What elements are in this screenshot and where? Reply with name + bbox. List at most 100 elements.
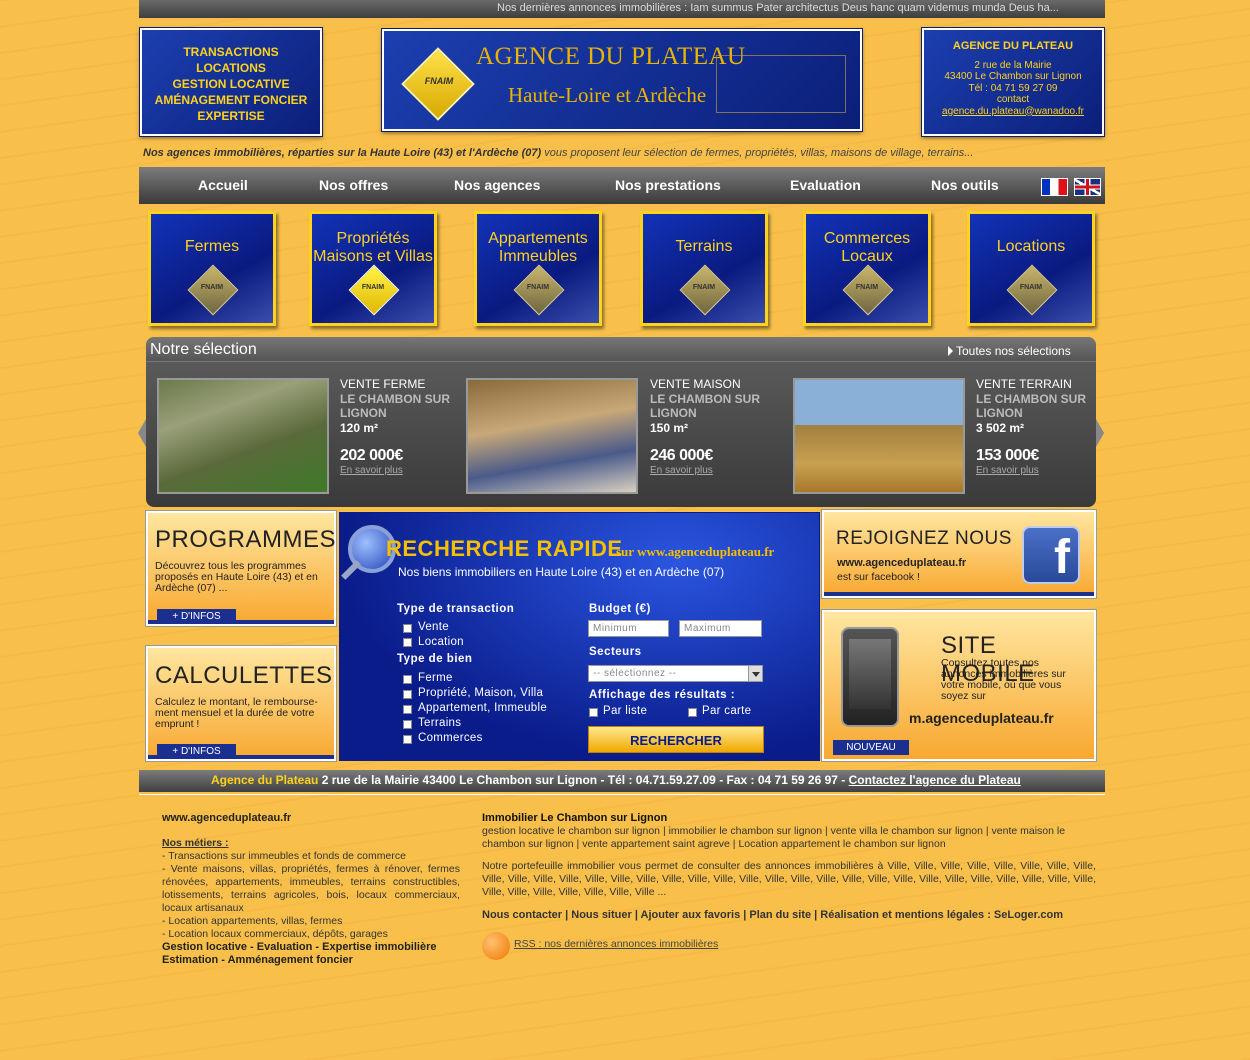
contact-label: contact [996,94,1030,105]
metier-item: - Vente maisons, villas, propriétés, fer… [162,863,460,914]
listing-ferme: VENTE FERME LE CHAMBON SUR LIGNON 120 m²… [340,377,460,478]
service-item: LOCATIONS [196,61,266,75]
option-label: Commerces [418,732,483,744]
nav-nos-agences[interactable]: Nos agences [454,177,540,193]
nav-accueil[interactable]: Accueil [198,177,248,193]
budget-label: Budget (€) [589,603,651,615]
checkbox-appartement[interactable] [403,705,412,714]
listing-more-link[interactable]: En savoir plus [650,464,770,479]
footer-links[interactable]: Nous contacter | Nous situer | Ajouter a… [482,909,1096,922]
category-appartements[interactable]: Appartements Immeubles FNAIM [474,211,602,326]
listing-photo-terrain[interactable] [793,378,965,494]
select-arrow-button[interactable] [748,666,762,681]
main-nav: Accueil Nos offres Nos agences Nos prest… [139,167,1105,204]
rss-link[interactable]: RSS : nos dernières annonces immobilière… [514,938,718,951]
listing-photo-ferme[interactable] [157,378,329,494]
facebook-box[interactable]: REJOIGNEZ NOUS www.agenceduplateau.fr es… [821,509,1097,599]
footer-keywords[interactable]: gestion locative le chambon sur lignon |… [482,825,1096,851]
mobile-site-box[interactable]: SITE MOBILE Consultez toutes nos annonce… [821,609,1097,762]
listing-size: 120 m² [340,420,379,435]
category-label: Commerces Locaux [823,230,911,265]
contact-address: 2 rue de la Mairie [974,59,1052,71]
mobile-url[interactable]: m.agenceduplateau.fr [909,710,1054,726]
nav-evaluation[interactable]: Evaluation [790,177,861,193]
rss-icon[interactable] [482,932,510,960]
category-proprietes[interactable]: Propriétés Maisons et Villas FNAIM [309,211,437,326]
box-bottom-bar [148,620,334,624]
checkbox-terrains[interactable] [403,720,412,729]
listing-more-link[interactable]: En savoir plus [340,464,460,479]
nav-nos-outils[interactable]: Nos outils [931,177,999,193]
nav-nos-offres[interactable]: Nos offres [319,177,388,193]
listing-more-link[interactable]: En savoir plus [976,464,1096,479]
box-bottom-bar [148,755,334,759]
option-label: Par carte [702,705,752,717]
footer-agency-name: Agence du Plateau [211,773,319,787]
property-type-label: Type de bien [397,653,473,665]
fnaim-badge: FNAIM [1019,284,1043,291]
secteurs-select[interactable]: -- sélectionnez -- [588,665,763,682]
listing-photo-maison[interactable] [466,378,638,494]
all-selections-link[interactable]: Toutes nos sélections [956,344,1071,358]
listing-maison: VENTE MAISON LE CHAMBON SUR LIGNON 150 m… [650,377,770,478]
checkbox-propriete[interactable] [403,690,412,699]
budget-max-input[interactable]: Maximum [679,620,762,637]
footer-portfolio: Notre portefeuille immobilier vous perme… [482,860,1096,898]
carousel-next-arrow-icon[interactable] [1096,419,1104,447]
footer-right: Immobilier Le Chambon sur Lignon gestion… [482,812,1096,960]
calculettes-box[interactable]: CALCULETTES Calculez le montant, le remb… [145,645,337,762]
checkbox-par-carte[interactable] [688,708,697,717]
facebook-text: est sur facebook ! [837,571,920,583]
facebook-icon: f [1022,526,1080,584]
option-label: Appartement, Immeuble [418,702,548,714]
fnaim-badge: FNAIM [200,284,224,291]
footer-divider [139,794,1105,795]
contact-box: AGENCE DU PLATEAU 2 rue de la Mairie 434… [921,27,1105,137]
listing-location: LE CHAMBON SUR LIGNON [340,391,450,421]
service-item: AMÉNAGEMENT FONCIER [154,93,308,107]
category-locations[interactable]: Locations FNAIM [967,211,1095,326]
checkbox-par-liste[interactable] [589,708,598,717]
checkbox-vente[interactable] [403,624,412,633]
listing-size: 3 502 m² [976,420,1025,435]
listing-price: 202 000€ [340,447,403,464]
services-box: TRANSACTIONS LOCATIONS GESTION LOCATIVE … [139,27,323,137]
french-flag-icon[interactable] [1041,178,1068,196]
category-label: Propriétés Maisons et Villas [313,230,433,265]
listing-type: VENTE TERRAIN [976,377,1072,391]
programmes-title: PROGRAMMES [155,526,337,553]
footer-services: Estimation - Amménagement foncier [162,954,353,966]
contact-email-link[interactable]: agence.du.plateau@wanadoo.fr [924,106,1102,118]
facebook-title: REJOIGNEZ NOUS [836,528,1012,549]
fnaim-badge: FNAIM [424,76,454,86]
mobile-text: Consultez toutes nos annonces immobilièr… [941,657,1066,702]
calculettes-title: CALCULETTES [155,662,333,689]
service-item: TRANSACTIONS [183,45,279,59]
metiers-title: Nos métiers : [162,837,229,849]
checkbox-commerces[interactable] [403,735,412,744]
budget-min-input[interactable]: Minimum [588,620,669,637]
chevron-down-icon [751,672,760,677]
category-label: Appartements Immeubles [488,230,588,265]
english-flag-icon[interactable] [1074,178,1101,196]
site-logo[interactable]: FNAIM AGENCE DU PLATEAU Haute-Loire et A… [381,28,863,132]
fnaim-badge: FNAIM [692,284,716,291]
nav-nos-prestations[interactable]: Nos prestations [615,177,721,193]
selection-carousel: Notre sélection Toutes nos sélections VE… [138,337,1104,507]
programmes-box[interactable]: PROGRAMMES Découvrez tous les programmes… [145,510,337,627]
fnaim-badge: FNAIM [526,284,550,291]
news-ticker[interactable]: Nos dernières annonces immobilières : Ia… [139,0,1105,18]
option-label: Propriété, Maison, Villa [418,687,544,699]
checkbox-location[interactable] [403,638,412,647]
programmes-text: Découvrez tous les programmes proposés e… [155,560,318,594]
house-sketch-icon [716,55,846,113]
carousel-prev-arrow-icon[interactable] [138,419,146,447]
footer-contact-link[interactable]: Contactez l'agence du Plateau [849,773,1021,787]
checkbox-ferme[interactable] [403,675,412,684]
category-commerces[interactable]: Commerces Locaux FNAIM [803,211,931,326]
option-label: Location [418,636,464,648]
category-fermes[interactable]: Fermes FNAIM [148,211,276,326]
footer-seo-title: Immobilier Le Chambon sur Lignon [482,812,668,824]
category-terrains[interactable]: Terrains FNAIM [640,211,768,326]
search-button[interactable]: RECHERCHER [588,726,764,753]
